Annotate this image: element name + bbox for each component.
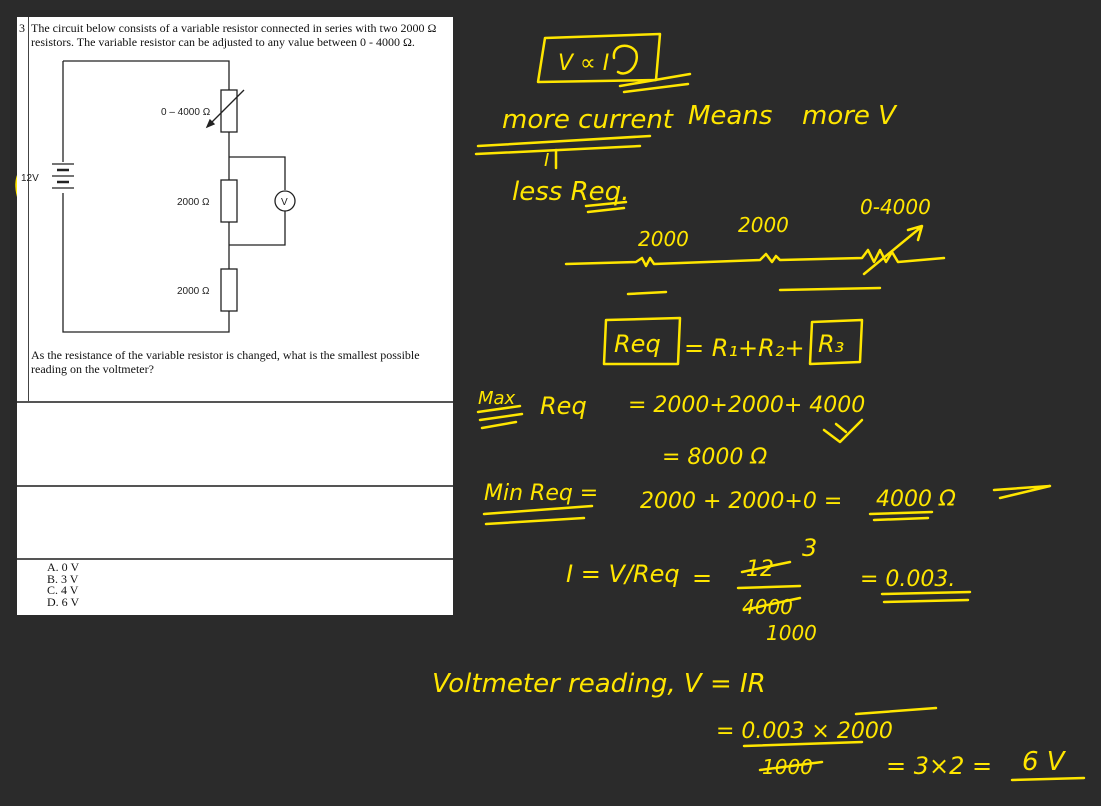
current-eq: = [692, 564, 712, 592]
note-more-current: more current [502, 105, 674, 135]
sketch-r3-label: 0-4000 [860, 195, 931, 219]
question-sheet: 3 The circuit below consists of a variab… [17, 17, 453, 615]
formula-req: Req [614, 330, 661, 358]
resistor-1-label: 2000 Ω [177, 197, 210, 208]
current-lhs: I = V/Req [566, 560, 680, 588]
final-underline [1010, 776, 1086, 782]
min-underline [482, 504, 594, 526]
sketch-underlines [626, 286, 882, 296]
result-underline [880, 590, 972, 604]
min-arrow [992, 484, 1052, 500]
max-label: Max [478, 388, 516, 409]
battery-label: 12V [21, 173, 39, 184]
option-d[interactable]: D. 6 V [47, 596, 79, 609]
resistor-2 [220, 268, 238, 312]
i-circle-mark [612, 44, 639, 75]
divider [17, 401, 453, 403]
question-prompt: As the resistance of the variable resist… [31, 348, 420, 376]
current-result: = 0.003. [860, 567, 955, 592]
divider [17, 558, 453, 560]
line1-underline [474, 134, 652, 156]
note-means: Means [688, 101, 772, 131]
min-total: 4000 Ω [876, 487, 956, 512]
variable-resistor-label: 0 – 4000 Ω [161, 107, 211, 118]
wire-left-lower [62, 193, 230, 333]
box-formula: V ∝ I [558, 51, 609, 76]
circuit-diagram: 12V 0 – 4000 Ω 2000 Ω 2000 Ω V [21, 60, 296, 333]
max-total: = 8000 Ω [662, 445, 767, 470]
resistor-chain [564, 248, 946, 268]
answer-options: A. 0 V B. 3 V C. 4 V D. 6 V [47, 561, 79, 609]
max-sum: = 2000+2000+ 4000 [628, 393, 865, 418]
sketch-r2-label: 2000 [738, 213, 789, 237]
note-arrow-i: I [544, 150, 549, 171]
frac-den2: 1000 [766, 621, 817, 645]
volt-final: = 3×2 = [886, 752, 992, 780]
min-sum: 2000 + 2000+0 = [640, 489, 842, 514]
fraction-bar [736, 584, 802, 590]
formula-r3: R₃ [818, 330, 844, 358]
min-label: Min Req = [484, 481, 598, 506]
note-more-v: more V [802, 101, 898, 131]
volt-final-answer: 6 V [1022, 747, 1067, 777]
wire-top [63, 60, 230, 90]
max-underline [476, 404, 524, 430]
frac-den: 4000 [742, 595, 793, 619]
variable-arrow [862, 224, 924, 276]
divider [17, 485, 453, 487]
volt-line: Voltmeter reading, V = IR [432, 669, 766, 699]
frac-small: 3 [802, 534, 817, 562]
min-total-underline [868, 510, 934, 522]
voltmeter-label: V [281, 197, 288, 208]
max-req: Req [540, 392, 587, 420]
box-underline [618, 72, 692, 94]
volt-calc: = 0.003 × 2000 [716, 719, 893, 744]
formula-rhs: = R₁+R₂+ [684, 334, 805, 362]
resistor-1 [220, 179, 238, 223]
sketch-r1-label: 2000 [638, 227, 689, 251]
resistor-2-label: 2000 Ω [177, 286, 210, 297]
max-tick [822, 418, 864, 444]
